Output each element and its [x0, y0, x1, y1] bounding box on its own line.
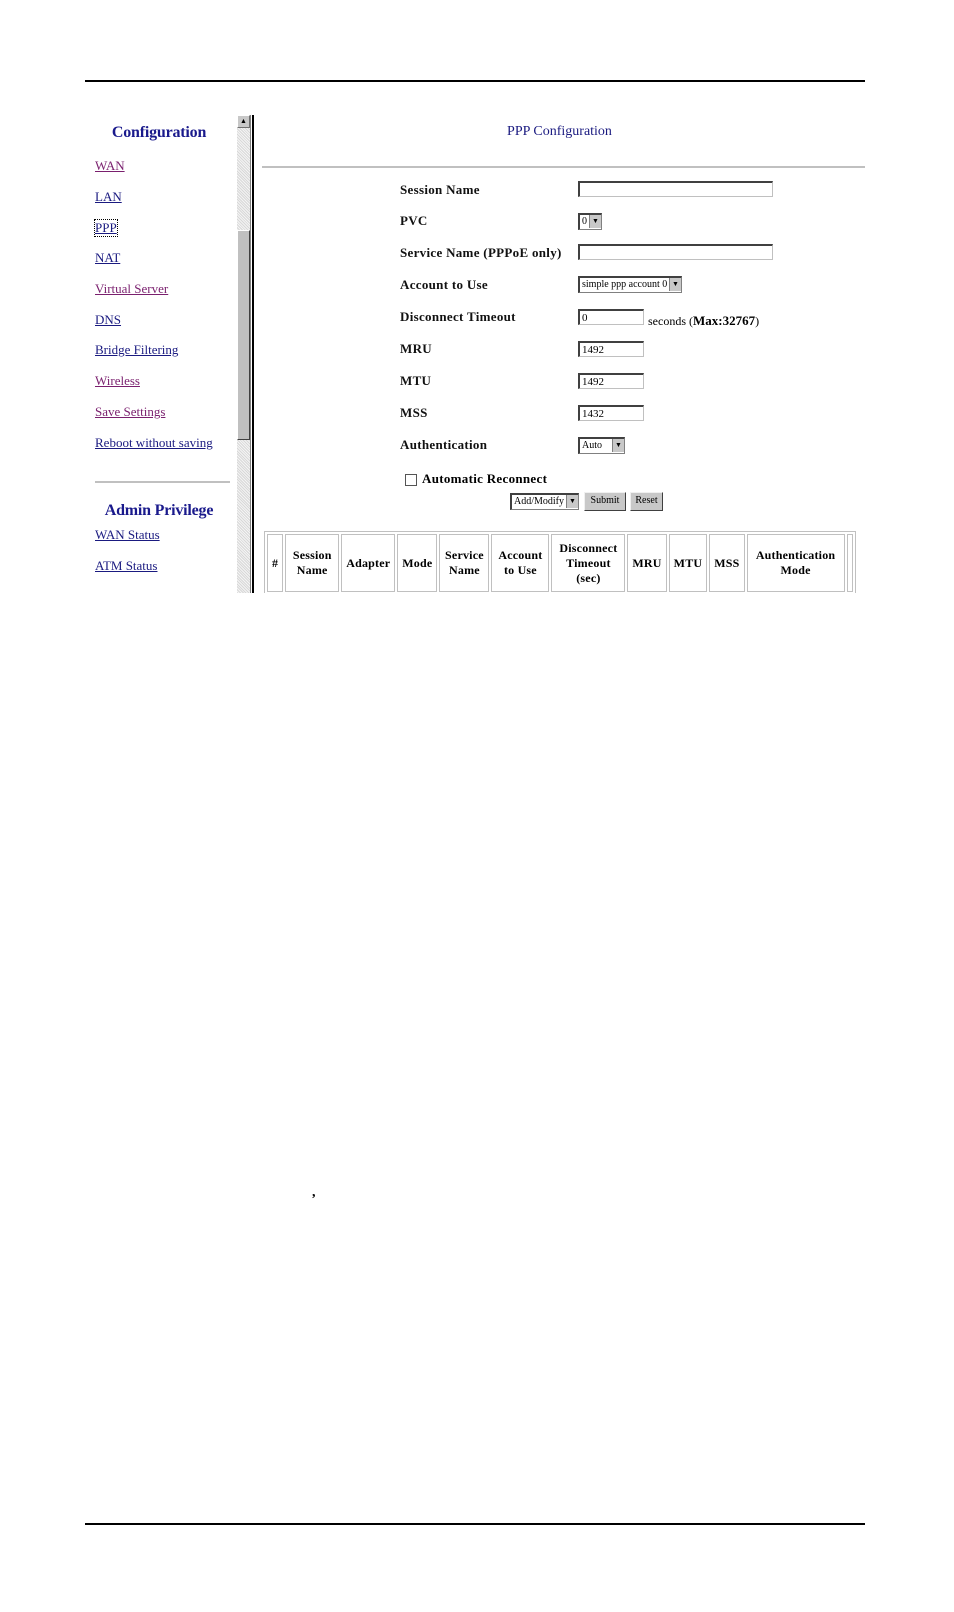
submit-button[interactable]: Submit	[584, 492, 626, 511]
mtu-label: MTU	[400, 373, 432, 388]
chevron-down-icon: ▼	[669, 278, 681, 291]
authentication-label: Authentication	[400, 437, 488, 452]
sidebar-nav: Configuration WAN LAN PPP NAT Virtual Se…	[85, 108, 235, 593]
sidebar-link-nat[interactable]: NAT	[95, 250, 120, 266]
sidebar-link-bridge-filtering[interactable]: Bridge Filtering	[95, 342, 178, 358]
mtu-input[interactable]	[578, 373, 644, 389]
pvc-label: PVC	[400, 213, 428, 228]
sidebar-link-virtual-server[interactable]: Virtual Server	[95, 281, 168, 297]
sidebar-link-wireless[interactable]: Wireless	[95, 373, 140, 389]
disconnect-timeout-input[interactable]	[578, 309, 644, 325]
sidebar-link-wan-status[interactable]: WAN Status	[95, 527, 160, 543]
chevron-down-icon: ▼	[566, 495, 578, 508]
col-session-name: Session Name	[285, 534, 340, 592]
mode-select[interactable]: Add/Modify ▼	[510, 493, 579, 510]
mss-input[interactable]	[578, 405, 644, 421]
scroll-thumb[interactable]	[237, 230, 250, 440]
mode-select-value: Add/Modify	[514, 496, 564, 507]
sidebar-link-reboot-without-saving[interactable]: Reboot without saving	[95, 435, 213, 451]
col-mru: MRU	[627, 534, 667, 592]
col-service-name: Service Name	[439, 534, 490, 592]
sidebar-link-ppp[interactable]: PPP	[94, 219, 118, 237]
sidebar-link-wan[interactable]: WAN	[95, 158, 125, 174]
col-authentication-mode: Authentication Mode	[746, 534, 845, 592]
col-mss: MSS	[709, 534, 745, 592]
account-to-use-label: Account to Use	[400, 277, 488, 292]
max-value: Max:32767	[693, 313, 756, 328]
mru-label: MRU	[400, 341, 432, 356]
col-mtu: MTU	[668, 534, 708, 592]
account-select[interactable]: simple ppp account 0 ▼	[578, 276, 682, 293]
authentication-select-value: Auto	[582, 440, 602, 451]
account-select-value: simple ppp account 0	[582, 279, 668, 290]
service-name-label: Service Name (PPPoE only)	[400, 245, 562, 260]
col-adapter: Adapter	[341, 534, 396, 592]
sidebar-scrollbar[interactable]: ▲	[237, 115, 251, 593]
pvc-select[interactable]: 0 ▼	[578, 213, 602, 230]
stray-comma: ,	[312, 1185, 316, 1200]
chevron-down-icon: ▼	[589, 215, 601, 228]
automatic-reconnect-label: Automatic Reconnect	[422, 471, 548, 486]
chevron-down-icon: ▼	[612, 439, 624, 452]
sidebar-link-dns[interactable]: DNS	[95, 312, 121, 328]
reset-button[interactable]: Reset	[630, 492, 663, 511]
sidebar-link-save-settings[interactable]: Save Settings	[95, 404, 165, 420]
footer-rule	[85, 1523, 865, 1525]
disconnect-timeout-hint: seconds (Max:32767)	[648, 313, 759, 329]
page-title: PPP Configuration	[507, 124, 612, 139]
automatic-reconnect-checkbox[interactable]	[405, 474, 417, 486]
col-disconnect-timeout: Disconnect Timeout (sec)	[551, 534, 626, 592]
sidebar-separator	[95, 481, 230, 483]
ppp-sessions-table: # Session Name Adapter Mode Service Name A…	[264, 531, 856, 593]
scroll-up-arrow-icon[interactable]: ▲	[237, 115, 250, 128]
col-mode: Mode	[397, 534, 438, 592]
service-name-input[interactable]	[578, 244, 773, 260]
sidebar-link-atm-status[interactable]: ATM Status	[95, 558, 157, 574]
session-name-input[interactable]	[578, 181, 773, 197]
disconnect-timeout-label: Disconnect Timeout	[400, 309, 516, 324]
paren-close: )	[755, 314, 760, 328]
configuration-heading: Configuration	[111, 124, 207, 141]
authentication-select[interactable]: Auto ▼	[578, 437, 625, 454]
session-name-label: Session Name	[400, 182, 480, 197]
mss-label: MSS	[400, 405, 428, 420]
mru-input[interactable]	[578, 341, 644, 357]
table-header-row: # Session Name Adapter Mode Service Name A…	[267, 534, 853, 592]
sessions-table-viewport: # Session Name Adapter Mode Service Name A…	[254, 520, 865, 593]
header-rule	[85, 80, 865, 82]
col-index: #	[267, 534, 284, 592]
admin-privilege-heading: Admin Privilege	[104, 502, 214, 519]
col-truncated	[846, 534, 853, 592]
pvc-select-value: 0	[582, 216, 587, 227]
col-account-to-use: Account to Use	[491, 534, 550, 592]
sidebar-link-lan[interactable]: LAN	[95, 189, 122, 205]
seconds-text: seconds (	[648, 314, 693, 328]
title-separator	[262, 166, 865, 168]
